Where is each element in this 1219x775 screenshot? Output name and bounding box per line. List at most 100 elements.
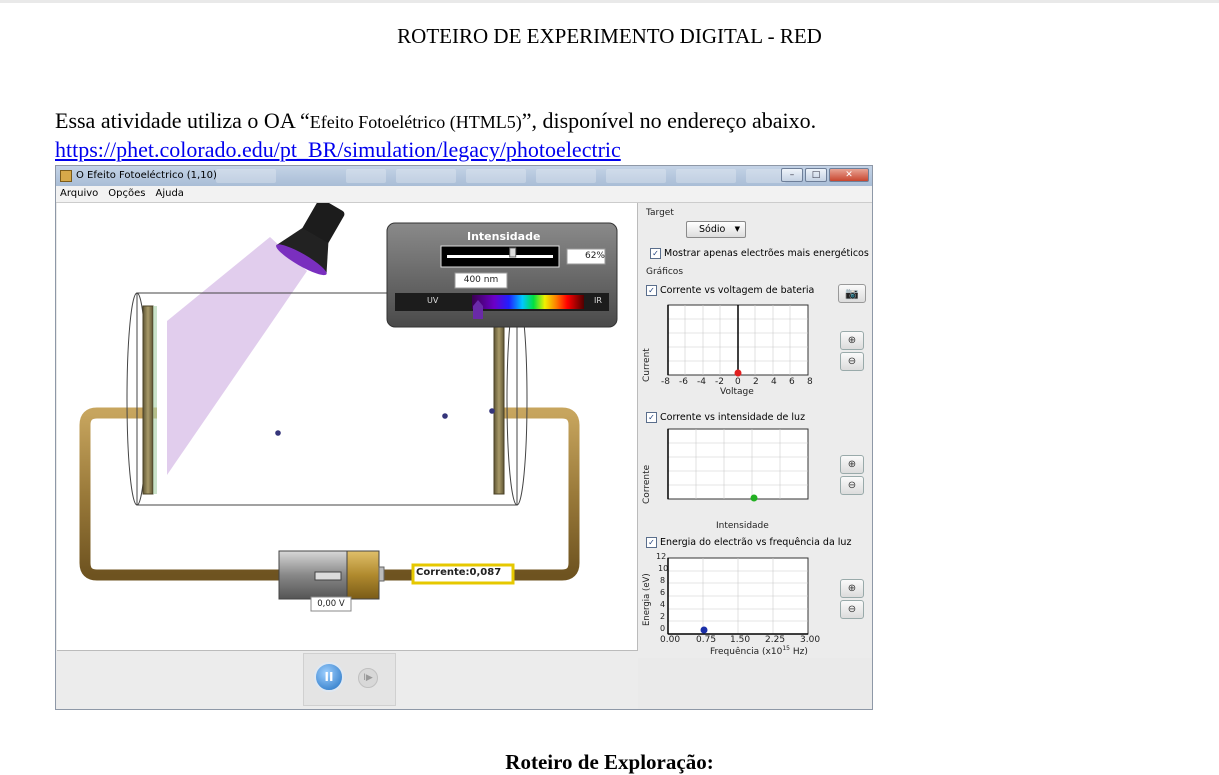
background-taskbar-ghost (746, 169, 786, 183)
graph3-xtick: 0.00 (660, 635, 681, 645)
zoom-in-icon[interactable]: ⊕ (840, 579, 864, 598)
circuit-drawing (79, 199, 618, 612)
graph1-xtick: -2 (715, 377, 724, 387)
wavelength-value: 400 nm (463, 275, 499, 285)
zoom-out-icon[interactable]: ⊖ (840, 352, 864, 371)
ammeter-reading: Corrente:0,087 (416, 567, 502, 578)
graph1-xtick: -4 (697, 377, 706, 387)
electron (442, 413, 448, 419)
intro-prefix: Essa atividade utiliza o OA “ (55, 108, 310, 133)
graph3-ytick: 6 (660, 588, 666, 597)
graph3-ytick: 0 (660, 624, 666, 633)
check-icon: ✓ (646, 285, 657, 296)
window-title: O Efeito Fotoeléctrico (1,10) (76, 170, 217, 181)
window-titlebar: O Efeito Fotoeléctrico (1,10) – □ ✕ (56, 166, 872, 186)
menu-opcoes[interactable]: Opções (108, 186, 145, 202)
graph3-ytick: 2 (660, 612, 666, 621)
graph3-xtick: 2.25 (765, 635, 786, 645)
graph3-xtick: 0.75 (696, 635, 717, 645)
emitter-plate (142, 305, 154, 495)
graphs-area (667, 304, 809, 635)
graph3-xlabel-main: Frequência (x10 (710, 647, 783, 657)
zoom-out-icon[interactable]: ⊖ (840, 476, 864, 495)
simulation-link[interactable]: https://phet.colorado.edu/pt_BR/simulati… (55, 137, 621, 163)
uv-label: UV (427, 296, 439, 305)
graph3-checkbox[interactable]: ✓ Energia do electrão vs frequência da lu… (646, 537, 851, 548)
menu-ajuda[interactable]: Ajuda (155, 186, 183, 202)
graph3-label: Energia do electrão vs frequência da luz (660, 537, 852, 548)
zoom-in-icon[interactable]: ⊕ (840, 455, 864, 474)
graph2-ylabel: Corrente (642, 464, 652, 504)
graph3-ytick: 4 (660, 600, 666, 609)
battery (278, 550, 385, 600)
graph3-ytick: 8 (660, 576, 666, 585)
graph1-ylabel: Current (642, 348, 652, 382)
target-selected: Sódio (699, 224, 726, 235)
intensity-title: Intensidade (467, 230, 541, 243)
graph1-label: Corrente vs voltagem de bateria (660, 285, 815, 296)
wire-right (379, 407, 580, 581)
graph1-xlabel: Voltage (720, 387, 754, 397)
intro-paragraph: Essa atividade utiliza o OA “Efeito Foto… (55, 108, 816, 134)
graph1-xtick: 8 (807, 377, 813, 387)
graph3-xtick: 1.50 (730, 635, 751, 645)
graph2-xlabel: Intensidade (716, 521, 769, 531)
intensity-slider-thumb[interactable] (509, 247, 517, 258)
graph1-xtick: 0 (735, 377, 741, 387)
target-label: Target (646, 208, 674, 218)
graph1-data-point (734, 369, 742, 377)
page-title: ROTEIRO DE EXPERIMENTO DIGITAL - RED (397, 24, 822, 48)
check-icon: ✓ (646, 537, 657, 548)
graph3-xtick: 3.00 (800, 635, 821, 645)
graph3-ytick: 12 (656, 552, 667, 561)
electron (489, 408, 495, 414)
graph3-ytick: 10 (658, 564, 669, 573)
maximize-button[interactable]: □ (805, 168, 827, 182)
simulation-window: O Efeito Fotoeléctrico (1,10) – □ ✕ Arqu… (55, 165, 873, 710)
graph2-checkbox[interactable]: ✓ Corrente vs intensidade de luz (646, 412, 805, 423)
background-taskbar-ghost (346, 169, 386, 183)
zoom-in-icon[interactable]: ⊕ (840, 331, 864, 350)
background-taskbar-ghost (536, 169, 596, 183)
graph2-label: Corrente vs intensidade de luz (660, 412, 806, 423)
check-icon: ✓ (650, 248, 661, 259)
section-heading: Roteiro de Exploração: (505, 750, 714, 774)
step-icon[interactable]: I▶ (358, 668, 378, 688)
target-select[interactable]: Sódio ▼ (686, 221, 746, 238)
background-taskbar-ghost (676, 169, 736, 183)
graph3-xlabel-tail: Hz) (789, 647, 808, 657)
zoom-out-icon[interactable]: ⊖ (840, 600, 864, 619)
graph1-checkbox[interactable]: ✓ Corrente vs voltagem de bateria (646, 285, 814, 296)
close-button[interactable]: ✕ (829, 168, 869, 182)
energetic-only-checkbox[interactable]: ✓ Mostrar apenas electrões mais energétic… (650, 248, 869, 259)
battery-voltage: 0,00 V (317, 599, 345, 609)
graph2-plot (667, 428, 809, 500)
graph3-data-point (700, 626, 708, 634)
menu-arquivo[interactable]: Arquivo (60, 186, 98, 202)
graphs-label: Gráficos (646, 267, 684, 277)
menu-bar: Arquivo Opções Ajuda (56, 186, 872, 203)
intensity-value: 62% (584, 251, 605, 261)
background-taskbar-ghost (606, 169, 666, 183)
light-beam (167, 237, 307, 475)
graph2-data-point (750, 494, 758, 502)
camera-icon[interactable]: 📷 (838, 284, 866, 303)
energetic-only-label: Mostrar apenas electrões mais energético… (664, 248, 869, 259)
graph3-ylabel: Energia (eV) (642, 573, 652, 626)
minimize-button[interactable]: – (781, 168, 803, 182)
simulation-name: Efeito Fotoelétrico (HTML5) (309, 112, 522, 132)
ir-label: IR (594, 296, 602, 305)
graph1-xtick: 6 (789, 377, 795, 387)
graph3-xlabel-exponent: 15 (782, 645, 790, 652)
emitter-plate-edge (153, 306, 157, 494)
java-app-icon (60, 170, 72, 182)
window-controls: – □ ✕ (781, 168, 869, 184)
background-taskbar-ghost (216, 169, 276, 183)
graph1-xtick: 2 (753, 377, 759, 387)
pause-icon[interactable]: II (314, 662, 344, 692)
check-icon: ✓ (646, 412, 657, 423)
graph1-xtick: -8 (661, 377, 670, 387)
electron (275, 430, 281, 436)
simulation-canvas: Intensidade 62% 400 nm UV IR Corrente:0,… (57, 199, 638, 650)
graph1-xtick: 4 (771, 377, 777, 387)
